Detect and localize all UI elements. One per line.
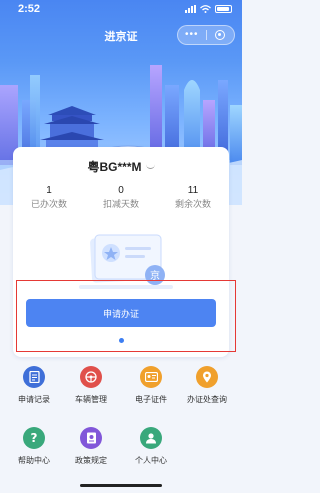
steering-wheel-icon [80,366,102,388]
status-icons [185,5,232,13]
service-vehicle-management[interactable]: 车辆管理 [60,366,122,405]
eye-toggle-icon[interactable] [145,164,155,169]
mini-program-capsule: ••• [177,25,235,45]
stat-done: 1 已办次数 [30,185,67,209]
service-office-lookup[interactable]: 办证处查询 [176,366,238,405]
stat-remaining: 11 剩余次数 [174,185,211,209]
stat-deducted: 0 扣减天数 [102,185,139,209]
location-pin-icon [196,366,218,388]
wifi-icon [200,5,211,13]
service-personal-center[interactable]: 个人中心 [120,427,182,466]
policy-icon [80,427,102,449]
id-card-icon [140,366,162,388]
document-icon [23,366,45,388]
status-bar: 2:52 [0,0,242,20]
battery-icon [215,5,232,13]
license-plate[interactable]: 粤BG***M [13,158,229,175]
more-dots-icon[interactable]: ••• [178,30,206,40]
target-icon[interactable] [207,30,235,40]
signal-icon [185,5,196,13]
highlight-box [16,280,236,352]
help-icon: ? [23,427,45,449]
status-time: 2:52 [18,3,41,15]
home-indicator [80,484,162,487]
user-icon [140,427,162,449]
service-apply-records[interactable]: 申请记录 [3,366,65,405]
service-policy[interactable]: 政策规定 [60,427,122,466]
service-e-certificate[interactable]: 电子证件 [120,366,182,405]
stats-row: 1 已办次数 0 扣减天数 11 剩余次数 [13,184,229,210]
service-help-center[interactable]: ? 帮助中心 [3,427,65,466]
